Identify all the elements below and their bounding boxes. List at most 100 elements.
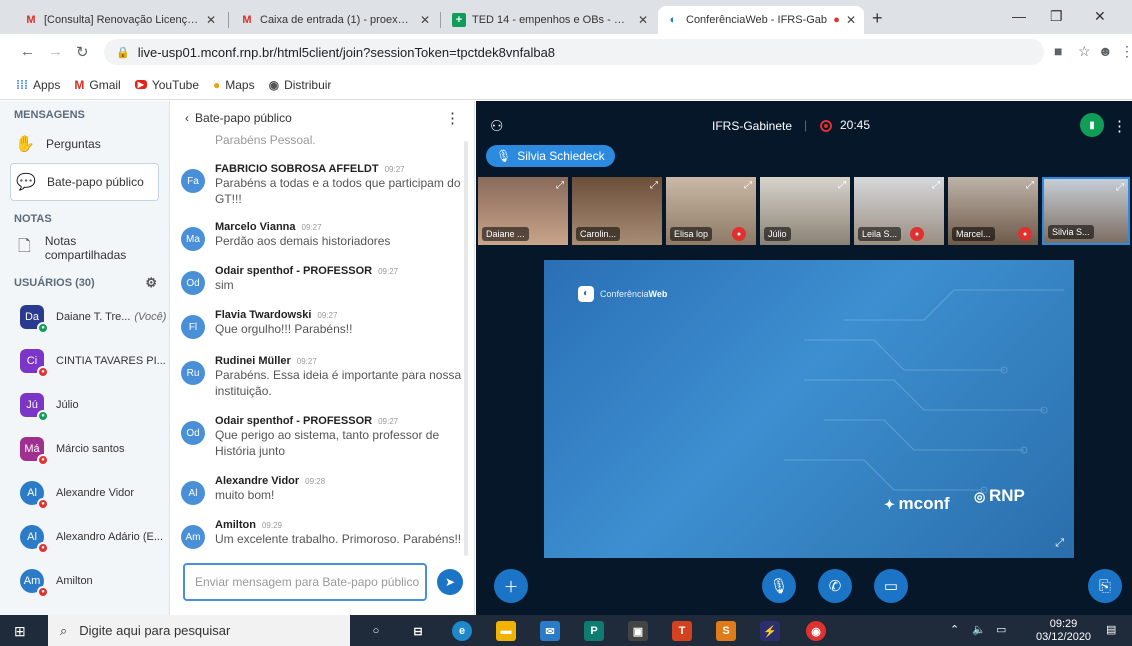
user-list-item[interactable]: Am ● Amilton (0, 559, 169, 603)
network-icon[interactable]: ▭ (996, 623, 1006, 636)
bookmark-maps[interactable]: ● Maps (213, 78, 255, 92)
actions-plus-button[interactable]: ＋ (494, 569, 528, 603)
store-icon[interactable]: ▣ (628, 621, 648, 641)
close-tab-icon[interactable]: ✕ (846, 13, 856, 27)
browser-tab[interactable]: M Caixa de entrada (1) - proex@ifr ✕ (232, 6, 438, 34)
microphone-icon: 🎙 (496, 149, 512, 163)
minimize-icon[interactable]: — (1012, 8, 1026, 24)
video-thumbnail[interactable]: ⤢ Leila S... ● (854, 177, 944, 245)
user-list-item[interactable]: Al ● Alexandre Vidor (0, 471, 169, 515)
reload-icon[interactable]: ↻ (76, 43, 89, 61)
phone-button[interactable]: ✆ (818, 569, 852, 603)
windows-taskbar: ⊞ ⌕ Digite aqui para pesquisar ○ ⊟ e ▬ ✉… (0, 615, 1132, 646)
chat-message-input[interactable]: Enviar mensagem para Bate-papo público (183, 563, 427, 601)
taskbar-search-field[interactable]: ⌕ Digite aqui para pesquisar (48, 615, 350, 646)
chat-message-list[interactable]: Parabéns Pessoal. Fa FABRICIO SOBROSA AF… (171, 135, 471, 555)
microphone-button[interactable]: 🎙 (762, 569, 796, 603)
star-icon[interactable]: ☆ (1078, 43, 1091, 60)
muted-microphone-icon: ● (37, 586, 49, 598)
windows-start-icon[interactable]: ⊞ (14, 623, 26, 640)
browser-tab-active[interactable]: ◐ ConferênciaWeb - IFRS-Gab ● ✕ (658, 6, 864, 34)
sway-icon[interactable]: S (716, 621, 736, 641)
video-thumbnail[interactable]: ⤢ Daiane ... (478, 177, 568, 245)
user-list-item[interactable]: Al ● Alexandro Adário (E... (0, 515, 169, 559)
sidebar-item-perguntas[interactable]: ✋ Perguntas (0, 125, 169, 163)
video-thumbnail[interactable]: ⤢ Marcel... ● (948, 177, 1038, 245)
powerpoint-icon[interactable]: T (672, 621, 692, 641)
publisher-icon[interactable]: P (584, 621, 604, 641)
user-list-item[interactable]: Má ● Márcio santos (0, 427, 169, 471)
maps-pin-icon: ● (213, 77, 221, 92)
back-arrow-icon[interactable]: ← (20, 43, 35, 60)
expand-icon[interactable]: ⤢ (556, 180, 564, 191)
expand-icon[interactable]: ⤢ (1116, 182, 1124, 193)
expand-icon[interactable]: ⤢ (1026, 180, 1034, 191)
gear-icon[interactable]: ⚙ (145, 275, 157, 291)
browser-tab[interactable]: + TED 14 - empenhos e OBs - Plan ✕ (444, 6, 656, 34)
mail-icon[interactable]: ✉ (540, 621, 560, 641)
media-stage: ⚇ IFRS-Gabinete | 20:45 ▮ ⋮ 🎙 Silvia Sch… (476, 101, 1132, 615)
bookmark-youtube[interactable]: ▶ YouTube (134, 78, 199, 92)
profile-avatar[interactable]: ☻ (1098, 43, 1113, 59)
close-tab-icon[interactable]: ✕ (638, 13, 648, 27)
taskbar-clock[interactable]: 09:29 03/12/2020 (1036, 618, 1091, 644)
fullscreen-icon[interactable]: ⤢ (1055, 537, 1064, 550)
camera-button[interactable]: ▭ (874, 569, 908, 603)
chat-bubble-icon: 💬 (16, 174, 36, 191)
user-list-item[interactable]: Da ● Daiane T. Tre... (Você) (0, 295, 169, 339)
restore-icon[interactable]: ❐ (1050, 8, 1063, 25)
options-kebab-icon[interactable]: ⋮ (1112, 117, 1127, 135)
chat-back-button[interactable]: ‹ Bate-papo público (185, 111, 292, 125)
video-thumbnail[interactable]: ⤢ Carolin... (572, 177, 662, 245)
video-thumbnail[interactable]: ⤢ Júlio ● (760, 177, 850, 245)
plus-icon: ＋ (503, 578, 519, 596)
muted-microphone-icon: ● (910, 227, 924, 241)
user-list-item[interactable]: Jú ● Júlio (0, 383, 169, 427)
url-field[interactable]: 🔒 live-usp01.mconf.rnp.br/html5client/jo… (104, 39, 1044, 65)
speaker-icon[interactable]: 🔈 (972, 623, 986, 636)
chat-scrollbar[interactable] (464, 141, 468, 556)
expand-icon[interactable]: ⤢ (838, 180, 846, 191)
chevron-up-icon[interactable]: ⌃ (950, 623, 959, 636)
task-view-icon[interactable]: ⊟ (408, 621, 428, 641)
avatar: Da ● (20, 305, 49, 334)
recording-indicator[interactable]: 20:45 (820, 118, 870, 132)
bookmark-distribuir[interactable]: ◉ Distribuir (269, 78, 332, 92)
chat-message: Fl Flavia Twardowski 09:27 Que orgulho!!!… (181, 309, 465, 339)
close-window-icon[interactable]: ✕ (1094, 8, 1106, 25)
new-tab-button[interactable]: + (872, 8, 883, 29)
avatar: Ci ● (20, 349, 49, 378)
presentation-button[interactable]: ⎘ (1088, 569, 1122, 603)
expand-icon[interactable]: ⤢ (650, 180, 658, 191)
video-thumbnail-active[interactable]: ⤢ Silvia S... (1042, 177, 1130, 245)
browser-tab[interactable]: M [Consulta] Renovação Licença Pa ✕ (16, 6, 224, 34)
forward-arrow-icon[interactable]: → (48, 43, 63, 60)
send-message-button[interactable]: ➤ (437, 569, 463, 595)
users-icon[interactable]: ⚇ (490, 117, 503, 135)
camera-icon[interactable]: ■ (1054, 43, 1062, 59)
chrome-icon[interactable]: ◉ (806, 621, 826, 641)
sidebar-item-public-chat[interactable]: 💬 Bate-papo público (10, 163, 159, 201)
edge-icon[interactable]: e (452, 621, 472, 641)
bookmark-gmail[interactable]: M Gmail (74, 78, 120, 92)
user-list-item[interactable]: Ci ● CINTIA TAVARES PI... (0, 339, 169, 383)
cortana-icon[interactable]: ○ (366, 621, 386, 641)
file-explorer-icon[interactable]: ▬ (496, 621, 516, 641)
expand-icon[interactable]: ⤢ (932, 180, 940, 191)
expand-icon[interactable]: ⤢ (744, 180, 752, 191)
video-camera-icon: ▭ (883, 578, 899, 595)
document-icon: 🗋 (18, 237, 31, 255)
notifications-icon[interactable]: ▤ (1106, 623, 1116, 636)
close-tab-icon[interactable]: ✕ (206, 13, 216, 27)
connection-status-icon[interactable]: ▮ (1080, 113, 1104, 137)
close-tab-icon[interactable]: ✕ (420, 13, 430, 27)
video-thumbnail[interactable]: ⤢ Elisa lop ● (666, 177, 756, 245)
chat-options-icon[interactable]: ⋮ (445, 109, 460, 127)
app-icon[interactable]: ⚡ (760, 621, 780, 641)
avatar: Al ● (20, 481, 49, 510)
chat-message: Am Amilton 09:29 Um excelente trabalho. P… (181, 519, 465, 549)
sidebar-item-shared-notes[interactable]: 🗋 Notas compartilhadas (0, 229, 169, 267)
microphone-icon: ● (37, 410, 49, 422)
bookmark-apps[interactable]: ⁞⁞⁞ Apps (16, 78, 60, 92)
menu-kebab-icon[interactable]: ⋮ (1120, 43, 1132, 60)
